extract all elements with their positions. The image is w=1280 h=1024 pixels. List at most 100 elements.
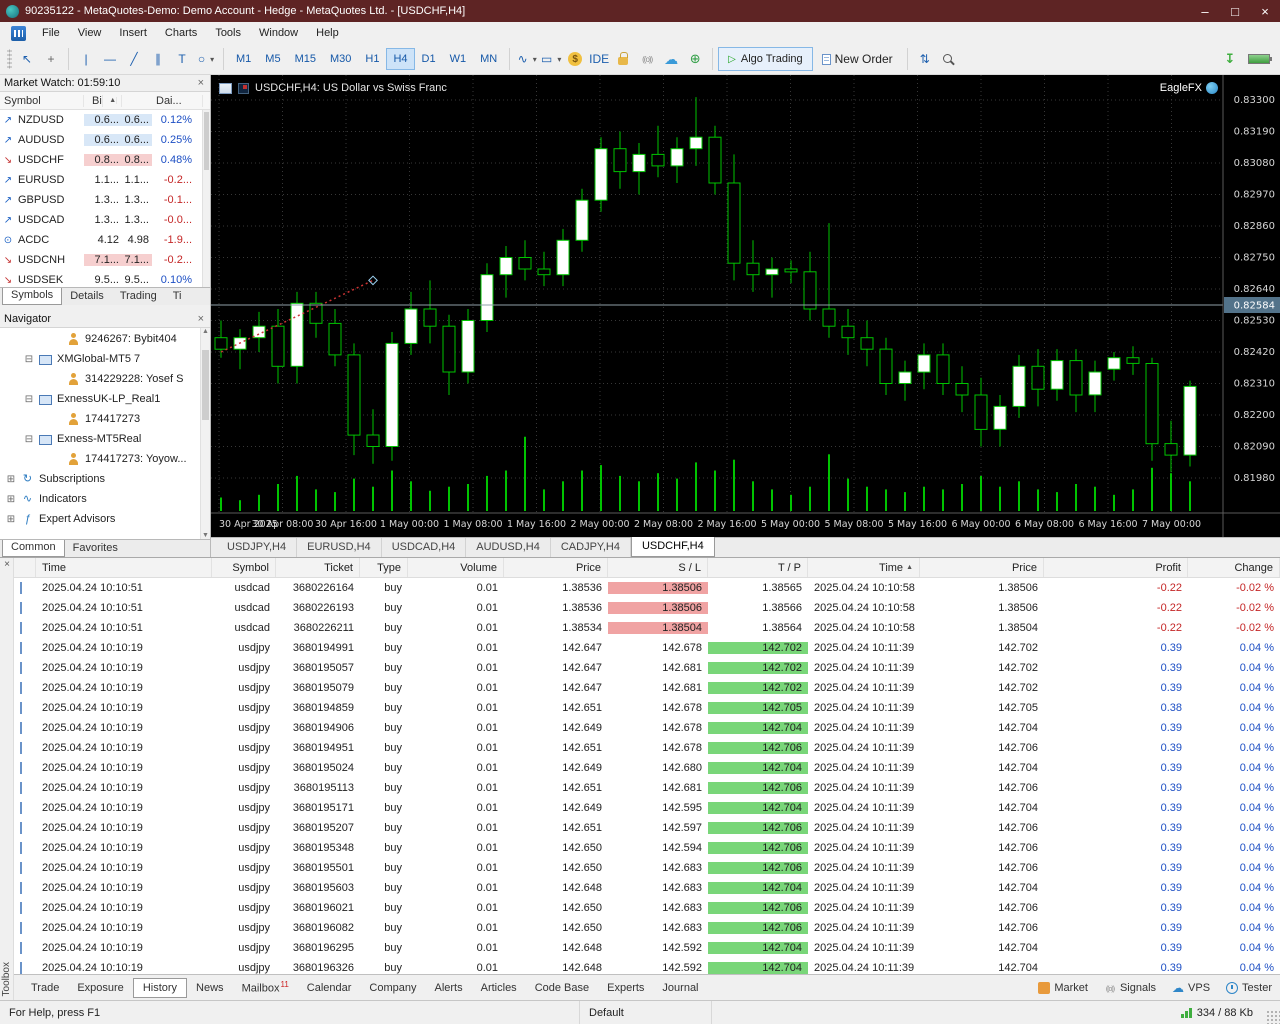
market-watch-tab[interactable]: Details bbox=[62, 288, 112, 305]
trendline-button[interactable]: ╱ bbox=[122, 47, 146, 71]
toolbox-tab[interactable]: Mailbox11 bbox=[233, 976, 298, 999]
chart-tab[interactable]: USDCHF,H4 bbox=[631, 537, 715, 557]
navigator-close-icon[interactable]: × bbox=[196, 313, 206, 325]
history-row[interactable]: 2025.04.24 10:10:19 usdjpy 3680195207 bu… bbox=[14, 818, 1280, 838]
channel-button[interactable]: ∥ bbox=[146, 47, 170, 71]
column-close-time[interactable]: Time▲ bbox=[808, 558, 920, 577]
history-row[interactable]: 2025.04.24 10:10:51 usdcad 3680226164 bu… bbox=[14, 578, 1280, 598]
tree-expander-icon[interactable] bbox=[6, 474, 16, 485]
market-watch-close-icon[interactable]: × bbox=[196, 77, 206, 89]
status-profile[interactable]: Default bbox=[580, 1001, 712, 1024]
signals-toolbar-button[interactable]: ((o)) bbox=[635, 47, 659, 71]
market-watch-row[interactable]: AUDUSD 0.6... 0.6... 0.25% bbox=[0, 130, 210, 150]
history-row[interactable]: 2025.04.24 10:10:19 usdjpy 3680195603 bu… bbox=[14, 878, 1280, 898]
tree-expander-icon[interactable] bbox=[6, 514, 16, 525]
data-update-button[interactable]: ↧ bbox=[1218, 47, 1242, 71]
deposit-button[interactable]: $ bbox=[563, 47, 587, 71]
column-tp[interactable]: T / P bbox=[708, 558, 808, 577]
timeframe-button[interactable]: MN bbox=[473, 48, 504, 70]
new-order-button[interactable]: New Order bbox=[813, 47, 902, 71]
column-price[interactable]: Price bbox=[504, 558, 608, 577]
column-volume[interactable]: Volume bbox=[408, 558, 504, 577]
timeframe-button[interactable]: M15 bbox=[288, 48, 323, 70]
history-row[interactable]: 2025.04.24 10:10:19 usdjpy 3680196082 bu… bbox=[14, 918, 1280, 938]
navigator-tree-item[interactable]: ExnessUK-LP_Real1 bbox=[0, 389, 210, 409]
history-row[interactable]: 2025.04.24 10:10:19 usdjpy 3680196295 bu… bbox=[14, 938, 1280, 958]
navigator-tree-item[interactable]: Subscriptions bbox=[0, 469, 210, 489]
market-watch-tab[interactable]: Ti bbox=[165, 288, 190, 305]
market-watch-tab[interactable]: Trading bbox=[112, 288, 165, 305]
toolbox-tab[interactable]: Articles bbox=[472, 978, 526, 998]
timeframe-button[interactable]: M1 bbox=[229, 48, 258, 70]
market-watch-tab[interactable]: Symbols bbox=[2, 287, 62, 305]
timeframe-button[interactable]: W1 bbox=[443, 48, 474, 70]
history-row[interactable]: 2025.04.24 10:10:19 usdjpy 3680196021 bu… bbox=[14, 898, 1280, 918]
chart-tab[interactable]: CADJPY,H4 bbox=[551, 538, 631, 557]
navigator-tree-item[interactable]: Expert Advisors bbox=[0, 509, 210, 529]
navigator-tree-item[interactable]: Exness-MT5Real bbox=[0, 429, 210, 449]
navigator-scrollbar[interactable]: ▲ ▼ bbox=[200, 328, 210, 539]
menu-item[interactable]: Charts bbox=[156, 24, 206, 42]
navigator-tree-item[interactable]: XMGlobal-MT5 7 bbox=[0, 349, 210, 369]
column-symbol[interactable]: Symbol bbox=[0, 95, 84, 107]
chart-canvas[interactable]: 30 Apr 202530 Apr 08:0030 Apr 16:001 May… bbox=[211, 75, 1280, 537]
tree-expander-icon[interactable] bbox=[6, 494, 16, 505]
toolbox-tab[interactable]: News bbox=[187, 978, 233, 998]
column-ticket[interactable]: Ticket bbox=[276, 558, 360, 577]
history-row[interactable]: 2025.04.24 10:10:19 usdjpy 3680195348 bu… bbox=[14, 838, 1280, 858]
cloud-button[interactable]: ☁ bbox=[659, 47, 683, 71]
status-service-item[interactable]: Tester bbox=[1226, 982, 1272, 994]
toolbox-tab[interactable]: Exposure bbox=[68, 978, 132, 998]
toolbox-tab[interactable]: Code Base bbox=[526, 978, 598, 998]
web-terminal-button[interactable]: ⊕ bbox=[683, 47, 707, 71]
status-connection[interactable]: 334 / 88 Kb bbox=[1172, 1001, 1262, 1024]
market-watch-row[interactable]: NZDUSD 0.6... 0.6... 0.12% bbox=[0, 110, 210, 130]
chart-tab[interactable]: EURUSD,H4 bbox=[297, 538, 382, 557]
toolbox-tab[interactable]: Alerts bbox=[426, 978, 472, 998]
toolbox-tab[interactable]: Experts bbox=[598, 978, 653, 998]
toolbox-tab[interactable]: Calendar bbox=[298, 978, 361, 998]
menu-item[interactable]: View bbox=[69, 24, 111, 42]
navigator-tree-item[interactable]: Indicators bbox=[0, 489, 210, 509]
market-watch-row[interactable]: USDCAD 1.3... 1.3... -0.0... bbox=[0, 210, 210, 230]
timeframe-button[interactable]: H4 bbox=[386, 48, 414, 70]
market-watch-row[interactable]: USDSEK 9.5... 9.5... 0.10% bbox=[0, 270, 210, 287]
market-watch-row[interactable]: USDCHF 0.8... 0.8... 0.48% bbox=[0, 150, 210, 170]
status-service-item[interactable]: VPS bbox=[1172, 982, 1210, 994]
navigator-tree-item[interactable]: 314229228: Yosef S bbox=[0, 369, 210, 389]
navigator-tab[interactable]: Favorites bbox=[65, 540, 126, 557]
timeframe-button[interactable]: D1 bbox=[415, 48, 443, 70]
horizontal-line-button[interactable]: — bbox=[98, 47, 122, 71]
history-row[interactable]: 2025.04.24 10:10:19 usdjpy 3680195171 bu… bbox=[14, 798, 1280, 818]
navigator-tab[interactable]: Common bbox=[2, 539, 65, 557]
text-tool-button[interactable]: T bbox=[170, 47, 194, 71]
chart-template-button[interactable]: ▭▾ bbox=[539, 47, 563, 71]
status-service-item[interactable]: Market bbox=[1038, 982, 1088, 994]
column-type[interactable]: Type bbox=[360, 558, 408, 577]
indicators-button[interactable]: ∿▾ bbox=[515, 47, 539, 71]
history-row[interactable]: 2025.04.24 10:10:19 usdjpy 3680195024 bu… bbox=[14, 758, 1280, 778]
menu-item[interactable]: Window bbox=[250, 24, 307, 42]
market-watch-scrollbar[interactable] bbox=[202, 110, 210, 287]
history-row[interactable]: 2025.04.24 10:10:19 usdjpy 3680196326 bu… bbox=[14, 958, 1280, 974]
column-change[interactable]: Change bbox=[1188, 558, 1280, 577]
timeframe-button[interactable]: H1 bbox=[358, 48, 386, 70]
minimize-button[interactable]: – bbox=[1190, 0, 1220, 22]
toolbox-close-icon[interactable]: × bbox=[0, 559, 14, 570]
toolbox-tab[interactable]: History bbox=[133, 978, 187, 998]
market-watch-row[interactable]: ACDC 4.12 4.98 -1.9... bbox=[0, 230, 210, 250]
chart-tab[interactable]: AUDUSD,H4 bbox=[466, 538, 551, 557]
scrollbar-thumb[interactable] bbox=[204, 112, 209, 170]
ide-button[interactable]: IDE bbox=[587, 47, 611, 71]
menu-item[interactable]: Insert bbox=[110, 24, 156, 42]
toolbar-drag-handle[interactable] bbox=[7, 49, 12, 69]
tree-expander-icon[interactable] bbox=[24, 394, 34, 405]
scroll-up-icon[interactable]: ▲ bbox=[202, 328, 209, 335]
history-row[interactable]: 2025.04.24 10:10:19 usdjpy 3680194991 bu… bbox=[14, 638, 1280, 658]
chart-tab[interactable]: USDCAD,H4 bbox=[382, 538, 467, 557]
column-close-price[interactable]: Price bbox=[920, 558, 1044, 577]
shapes-button[interactable]: ○▾ bbox=[194, 47, 218, 71]
column-profit[interactable]: Profit bbox=[1044, 558, 1188, 577]
scroll-down-icon[interactable]: ▼ bbox=[202, 532, 209, 539]
market-watch-row[interactable]: USDCNH 7.1... 7.1... -0.2... bbox=[0, 250, 210, 270]
